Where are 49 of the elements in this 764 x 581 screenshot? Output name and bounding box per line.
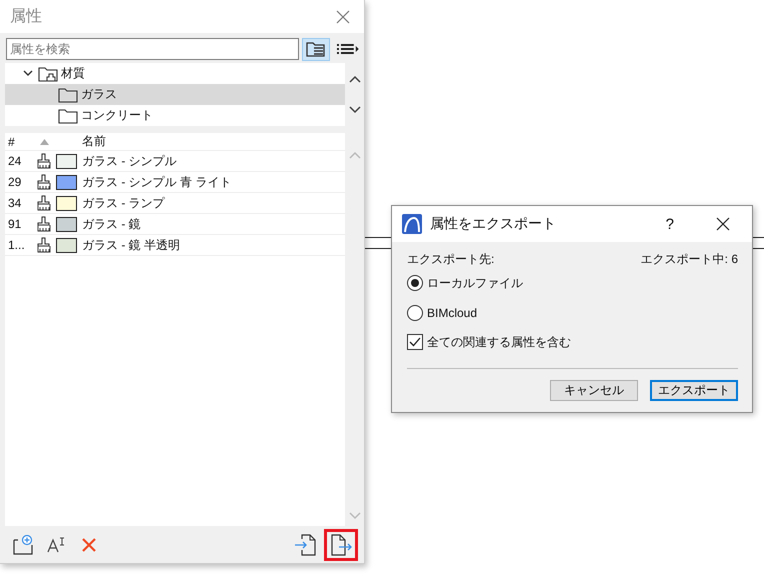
- brush-icon: [37, 195, 51, 211]
- table-cell-text: 34: [7, 196, 22, 210]
- delete-icon[interactable]: [81, 536, 97, 552]
- radio-button[interactable]: [407, 275, 423, 291]
- column-header[interactable]: #: [5, 134, 32, 148]
- table-cell-text: ガラス - ランプ: [81, 194, 165, 212]
- brush-icon: [37, 237, 51, 253]
- table-cell-text: 24: [7, 154, 22, 168]
- table-cell-text: 91: [7, 217, 22, 231]
- dialog-title: 属性をエクスポート: [430, 215, 557, 233]
- app-logo-icon: [402, 214, 422, 234]
- export-button[interactable]: [324, 528, 358, 560]
- expand-caret-icon[interactable]: [23, 70, 33, 77]
- radio-button[interactable]: [407, 305, 423, 321]
- checkbox-label[interactable]: 全ての関連する属性を含む: [427, 334, 571, 350]
- brush-icon: [37, 216, 51, 232]
- table-cell-text: 1...: [7, 238, 26, 252]
- radio-label[interactable]: ローカルファイル: [427, 274, 523, 292]
- close-icon[interactable]: [716, 217, 730, 231]
- folder-view-button[interactable]: [302, 38, 330, 60]
- radio-label[interactable]: BIMcloud: [427, 306, 478, 320]
- brush-icon: [37, 153, 51, 169]
- tree-item[interactable]: ガラス: [5, 84, 345, 105]
- column-header[interactable]: 名前: [80, 133, 106, 150]
- export-button[interactable]: エクスポート: [650, 380, 738, 401]
- help-button[interactable]: ?: [666, 216, 674, 232]
- folder-icon: [58, 108, 78, 124]
- export-count: エクスポート中: 6: [640, 250, 738, 268]
- table-cell-text: ガラス - 鏡 半透明: [81, 236, 180, 254]
- import-icon[interactable]: [294, 534, 316, 556]
- table-cell-text: ガラス - 鏡: [81, 216, 141, 232]
- table-cell-text: 29: [7, 175, 22, 189]
- scroll-down-icon[interactable]: [348, 106, 360, 114]
- folder-icon: [38, 66, 58, 82]
- folder-icon: [58, 86, 78, 102]
- checkbox[interactable]: [407, 334, 423, 350]
- panel-title: 属性: [10, 7, 43, 27]
- tree-item[interactable]: 材質: [5, 63, 345, 84]
- destination-label: エクスポート先:: [407, 250, 494, 268]
- table-cell-text: ガラス - シンプル 青 ライト: [81, 174, 232, 190]
- rename-icon[interactable]: [47, 536, 67, 552]
- search-field[interactable]: 属性を検索: [6, 38, 299, 60]
- list-menu-icon[interactable]: [336, 43, 360, 55]
- brush-icon: [37, 174, 51, 190]
- cancel-button[interactable]: キャンセル: [550, 380, 638, 401]
- table-cell-text: ガラス - シンプル: [81, 152, 177, 170]
- new-folder-icon[interactable]: [13, 534, 33, 554]
- scroll-up-icon[interactable]: [348, 74, 360, 83]
- tree-item[interactable]: コンクリート: [5, 105, 345, 126]
